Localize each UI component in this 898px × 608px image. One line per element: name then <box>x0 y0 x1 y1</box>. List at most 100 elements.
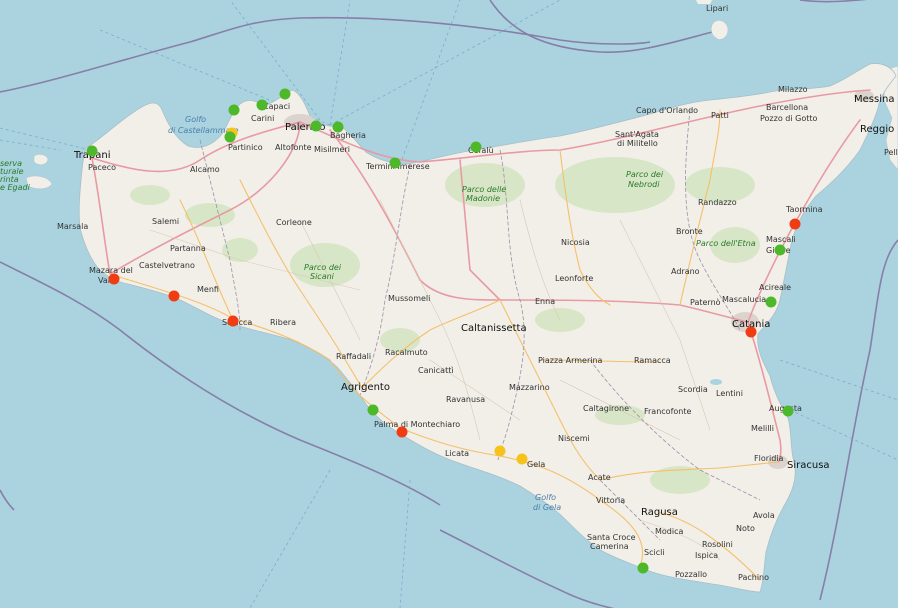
label-barcellona: Barcellona <box>766 103 808 112</box>
label-scicli: Scicli <box>644 548 665 557</box>
label-lentini: Lentini <box>716 389 743 398</box>
label-vittoria: Vittoria <box>596 496 625 505</box>
label-marsala: Marsala <box>57 222 88 231</box>
label-mascali: Mascali <box>766 235 796 244</box>
label-acate: Acate <box>588 473 611 482</box>
label-salemi: Salemi <box>152 217 179 226</box>
label-sant-agata: Sant'Agata <box>615 130 659 139</box>
marker-green[interactable] <box>774 244 786 256</box>
marker-green[interactable] <box>470 141 482 153</box>
label-paceco: Paceco <box>88 163 116 172</box>
label-ragusa: Ragusa <box>641 507 678 518</box>
label-parco-madonie-2: Madonie <box>466 194 500 203</box>
label-alcamo: Alcamo <box>190 165 220 174</box>
label-riserva-4: e Egadi <box>0 183 31 192</box>
marker-red[interactable] <box>168 290 180 302</box>
label-melilli: Melilli <box>751 424 774 433</box>
label-rosolini: Rosolini <box>702 540 733 549</box>
label-parco-nebrodi-1: Parco dei <box>626 170 664 179</box>
marker-green[interactable] <box>256 99 268 111</box>
label-caltagirone: Caltagirone <box>583 404 629 413</box>
label-pachino: Pachino <box>738 573 769 582</box>
label-mussomeli: Mussomeli <box>388 294 430 303</box>
label-mascalucia: Mascalucia <box>722 295 766 304</box>
label-mazzarino: Mazzarino <box>509 383 550 392</box>
marker-green[interactable] <box>86 145 98 157</box>
label-paterno: Paternò <box>690 297 721 307</box>
map-view[interactable]: Lipari Milazzo Barcellona Pozzo di Gotto… <box>0 0 898 608</box>
marker-green[interactable] <box>310 120 322 132</box>
label-parco-madonie-1: Parco delle <box>462 185 506 194</box>
label-carini: Carini <box>251 114 274 123</box>
label-avola: Avola <box>753 511 775 520</box>
label-patti: Patti <box>711 111 729 120</box>
marker-green[interactable] <box>224 131 236 143</box>
label-modica: Modica <box>655 527 683 536</box>
label-parco-sicani-1: Parco dei <box>304 263 342 272</box>
label-bronte: Bronte <box>676 227 703 236</box>
label-siracusa: Siracusa <box>787 460 830 471</box>
label-messina: Messina <box>854 94 894 105</box>
label-pell: Pell <box>884 148 898 157</box>
label-gela: Gela <box>527 460 545 469</box>
label-raffadali: Raffadali <box>336 352 371 361</box>
label-taormina: Taormina <box>785 205 823 214</box>
label-francofonte: Francofonte <box>644 407 691 416</box>
label-partinico: Partinico <box>228 143 263 152</box>
label-floridia: Floridia <box>754 454 784 463</box>
label-ravanusa: Ravanusa <box>446 395 485 404</box>
label-acireale: Acireale <box>759 283 791 292</box>
label-pozzallo: Pozzallo <box>675 570 707 579</box>
marker-red[interactable] <box>108 273 120 285</box>
label-corleone: Corleone <box>276 218 312 227</box>
label-bagheria: Bagheria <box>330 131 366 140</box>
marker-green[interactable] <box>228 104 240 116</box>
label-castelvetrano: Castelvetrano <box>139 261 195 270</box>
marker-green[interactable] <box>782 405 794 417</box>
label-santa-croce-1: Santa Croce <box>587 533 636 542</box>
marker-red[interactable] <box>227 315 239 327</box>
label-agrigento: Agrigento <box>341 382 390 393</box>
label-scordia: Scordia <box>678 385 708 394</box>
label-nicosia: Nicosia <box>561 238 590 247</box>
label-parco-nebrodi-2: Nebrodi <box>628 180 660 189</box>
marker-red[interactable] <box>789 218 801 230</box>
label-leonforte: Leonforte <box>555 274 593 283</box>
label-canicatti: Canicattì <box>418 366 454 375</box>
label-piazza-armerina: Piazza Armerina <box>538 356 603 365</box>
label-golfo-gela-1: Golfo <box>535 493 556 502</box>
marker-green[interactable] <box>765 296 777 308</box>
label-caltanissetta: Caltanissetta <box>461 323 527 334</box>
label-licata: Licata <box>445 449 469 458</box>
label-parco-etna: Parco dell'Etna <box>696 239 756 248</box>
marker-green[interactable] <box>332 121 344 133</box>
marker-green[interactable] <box>367 404 379 416</box>
map-canvas[interactable]: Lipari Milazzo Barcellona Pozzo di Gotto… <box>0 0 898 608</box>
marker-green[interactable] <box>279 88 291 100</box>
label-parco-sicani-2: Sicani <box>310 272 335 281</box>
label-partanna: Partanna <box>170 244 206 253</box>
label-mazara-1: Mazara del <box>89 266 133 275</box>
label-niscemi: Niscemi <box>558 434 590 443</box>
marker-yellow[interactable] <box>516 453 528 465</box>
label-di-militello: di Militello <box>617 139 658 148</box>
label-pozzo-di-gotto: Pozzo di Gotto <box>760 114 817 123</box>
label-santa-croce-2: Camerina <box>590 542 629 551</box>
marker-red[interactable] <box>396 426 408 438</box>
label-capo-d-orlando: Capo d'Orlando <box>636 106 698 115</box>
lake <box>710 379 722 385</box>
label-misilmeri: Misilmeri <box>314 145 350 154</box>
marker-green[interactable] <box>637 562 649 574</box>
marker-yellow[interactable] <box>494 445 506 457</box>
label-ribera: Ribera <box>270 318 296 327</box>
label-menfi: Menfi <box>197 285 219 294</box>
label-ramacca: Ramacca <box>634 356 671 365</box>
label-randazzo: Randazzo <box>698 198 737 207</box>
label-reggio: Reggio Cal <box>860 124 898 135</box>
label-adrano: Adrano <box>671 267 700 276</box>
marker-green[interactable] <box>389 157 401 169</box>
marker-red[interactable] <box>745 326 757 338</box>
label-racalmuto: Racalmuto <box>385 348 428 357</box>
label-ispica: Ispica <box>695 551 718 560</box>
label-enna: Enna <box>535 297 555 306</box>
